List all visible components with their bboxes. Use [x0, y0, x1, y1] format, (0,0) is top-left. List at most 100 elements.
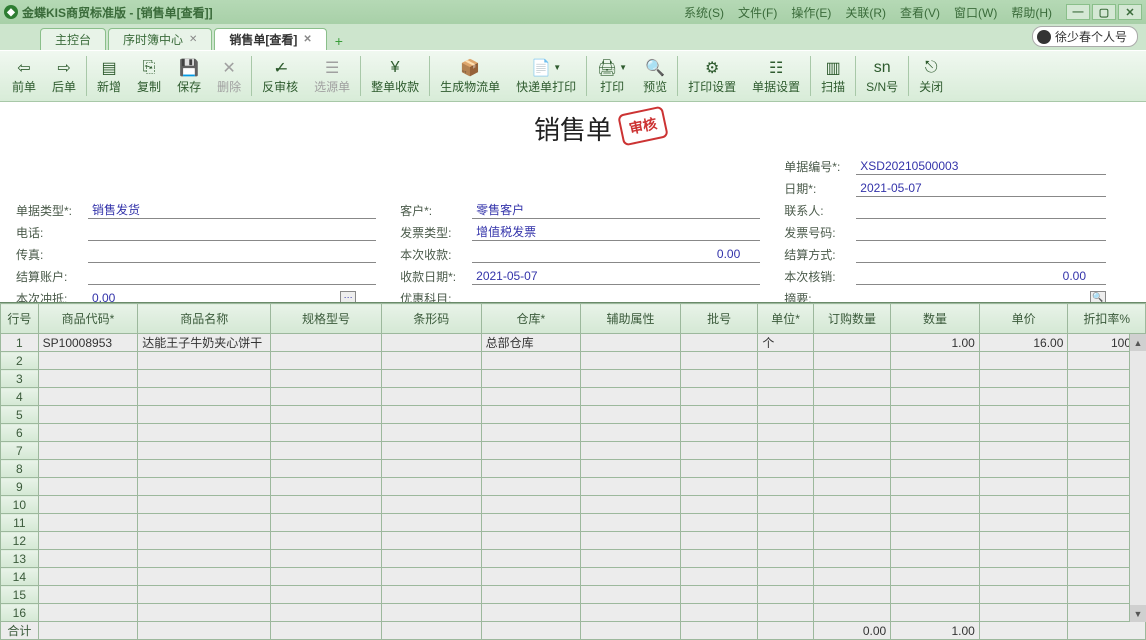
col-header[interactable]: 折扣率% — [1068, 304, 1146, 334]
table-row[interactable]: 5 — [1, 406, 1146, 424]
copy-button[interactable]: ⎘复制 — [129, 56, 169, 97]
field-cust[interactable]: 零售客户 — [472, 201, 760, 219]
field-invtype[interactable]: 增值税发票 — [472, 223, 760, 241]
user-name: 徐少春个人号 — [1055, 28, 1127, 45]
genlog-button[interactable]: 📦生成物流单 — [432, 56, 508, 97]
tab-strip: 主控台 序时簿中心✕ 销售单[查看]✕ + 徐少春个人号 — [0, 24, 1146, 50]
tab-journal[interactable]: 序时簿中心✕ — [108, 28, 212, 50]
tab-console[interactable]: 主控台 — [40, 28, 106, 50]
field-contact[interactable] — [856, 201, 1106, 219]
table-row[interactable]: 9 — [1, 478, 1146, 496]
label-recvdate: 收款日期*: — [400, 268, 472, 285]
bsetup-button[interactable]: ☷单据设置 — [744, 56, 808, 97]
grid-area: 行号商品代码*商品名称规格型号条形码仓库*辅助属性批号单位*订购数量数量单价折扣… — [0, 302, 1146, 640]
field-fax[interactable] — [88, 245, 376, 263]
fullrecv-icon: ¥ — [385, 58, 405, 78]
selsrc-button[interactable]: ☰选源单 — [306, 56, 358, 97]
vertical-scrollbar[interactable]: ▲ ▼ — [1129, 334, 1146, 622]
table-row[interactable]: 16 — [1, 604, 1146, 622]
label-settle: 结算方式: — [784, 246, 856, 263]
field-invno[interactable] — [856, 223, 1106, 241]
table-row[interactable]: 4 — [1, 388, 1146, 406]
table-row[interactable]: 1SP10008953达能王子牛奶夹心饼干总部仓库个1.0016.00100.0 — [1, 334, 1146, 352]
table-row[interactable]: 12 — [1, 532, 1146, 550]
prev-button[interactable]: ⇦前单 — [4, 56, 44, 97]
scroll-down-icon[interactable]: ▼ — [1130, 605, 1146, 622]
field-no[interactable]: XSD20210500003 — [856, 157, 1106, 175]
close-icon[interactable]: ✕ — [303, 34, 311, 45]
menu-operate[interactable]: 操作(E) — [785, 4, 837, 21]
save-button[interactable]: 💾保存 — [169, 56, 209, 97]
col-header[interactable]: 行号 — [1, 304, 39, 334]
col-header[interactable]: 单价 — [979, 304, 1068, 334]
sn-button[interactable]: snS/N号 — [858, 56, 906, 97]
express-button[interactable]: 📄▼快递单打印 — [508, 56, 584, 97]
field-recvdate[interactable]: 2021-05-07 — [472, 267, 760, 285]
field-thisrecv[interactable]: 0.00 — [472, 245, 760, 263]
add-tab-button[interactable]: + — [329, 32, 349, 50]
toolbar: ⇦前单⇨后单▤新增⎘复制💾保存✕删除✓̶反审核☰选源单¥整单收款📦生成物流单📄▼… — [0, 50, 1146, 102]
field-date[interactable]: 2021-05-07 — [856, 179, 1106, 197]
selsrc-icon: ☰ — [322, 58, 342, 78]
table-row[interactable]: 6 — [1, 424, 1146, 442]
tab-sales-order[interactable]: 销售单[查看]✕ — [214, 28, 326, 50]
table-row[interactable]: 7 — [1, 442, 1146, 460]
label-type: 单据类型*: — [16, 202, 88, 219]
col-header[interactable]: 规格型号 — [271, 304, 382, 334]
next-icon: ⇨ — [54, 58, 74, 78]
col-header[interactable]: 批号 — [680, 304, 758, 334]
minimize-button[interactable]: — — [1066, 4, 1090, 20]
close-button[interactable]: ⎋关闭 — [911, 56, 951, 97]
title-bar: ◆ 金蝶KIS商贸标准版 - [销售单[查看]] 系统(S) 文件(F) 操作(… — [0, 0, 1146, 24]
unaudit-button[interactable]: ✓̶反审核 — [254, 56, 306, 97]
table-row[interactable]: 10 — [1, 496, 1146, 514]
close-window-button[interactable]: ✕ — [1118, 4, 1142, 20]
label-thisrecv: 本次收款: — [400, 246, 472, 263]
field-type[interactable]: 销售发货 — [88, 201, 376, 219]
table-row[interactable]: 8 — [1, 460, 1146, 478]
col-header[interactable]: 商品名称 — [138, 304, 271, 334]
label-contact: 联系人: — [784, 202, 856, 219]
menu-system[interactable]: 系统(S) — [678, 4, 730, 21]
label-invtype: 发票类型: — [400, 224, 472, 241]
col-header[interactable]: 数量 — [891, 304, 980, 334]
close-icon[interactable]: ✕ — [189, 34, 197, 45]
form-area: 销售单 审核 单据类型*:销售发货 电话: 传真: 结算账户: 本次冲抵:0.0… — [0, 102, 1146, 302]
scroll-up-icon[interactable]: ▲ — [1130, 334, 1146, 351]
menu-window[interactable]: 窗口(W) — [948, 4, 1003, 21]
avatar-icon — [1037, 30, 1051, 44]
delete-button[interactable]: ✕删除 — [209, 56, 249, 97]
table-row[interactable]: 14 — [1, 568, 1146, 586]
col-header[interactable]: 订购数量 — [813, 304, 891, 334]
field-acct[interactable] — [88, 267, 376, 285]
print-button[interactable]: 🖨▼打印 — [589, 56, 635, 97]
psetup-button[interactable]: ⚙打印设置 — [680, 56, 744, 97]
table-row[interactable]: 11 — [1, 514, 1146, 532]
fullrecv-button[interactable]: ¥整单收款 — [363, 56, 427, 97]
table-row[interactable]: 15 — [1, 586, 1146, 604]
menu-bar: 系统(S) 文件(F) 操作(E) 关联(R) 查看(V) 窗口(W) 帮助(H… — [678, 4, 1058, 21]
scan-button[interactable]: ▥扫描 — [813, 56, 853, 97]
col-header[interactable]: 单位* — [758, 304, 813, 334]
line-items-grid[interactable]: 行号商品代码*商品名称规格型号条形码仓库*辅助属性批号单位*订购数量数量单价折扣… — [0, 303, 1146, 640]
menu-relate[interactable]: 关联(R) — [839, 4, 892, 21]
new-button[interactable]: ▤新增 — [89, 56, 129, 97]
menu-file[interactable]: 文件(F) — [732, 4, 783, 21]
field-settle[interactable] — [856, 245, 1106, 263]
table-row[interactable]: 3 — [1, 370, 1146, 388]
menu-view[interactable]: 查看(V) — [894, 4, 946, 21]
menu-help[interactable]: 帮助(H) — [1005, 4, 1058, 21]
user-badge[interactable]: 徐少春个人号 — [1032, 26, 1138, 47]
table-row[interactable]: 2 — [1, 352, 1146, 370]
field-phone[interactable] — [88, 223, 376, 241]
field-writeoff[interactable]: 0.00 — [856, 267, 1106, 285]
maximize-button[interactable]: ▢ — [1092, 4, 1116, 20]
next-button[interactable]: ⇨后单 — [44, 56, 84, 97]
table-row[interactable]: 13 — [1, 550, 1146, 568]
col-header[interactable]: 辅助属性 — [581, 304, 681, 334]
col-header[interactable]: 条形码 — [381, 304, 481, 334]
preview-button[interactable]: 🔍预览 — [635, 56, 675, 97]
col-header[interactable]: 仓库* — [481, 304, 581, 334]
col-header[interactable]: 商品代码* — [38, 304, 138, 334]
copy-icon: ⎘ — [139, 58, 159, 78]
